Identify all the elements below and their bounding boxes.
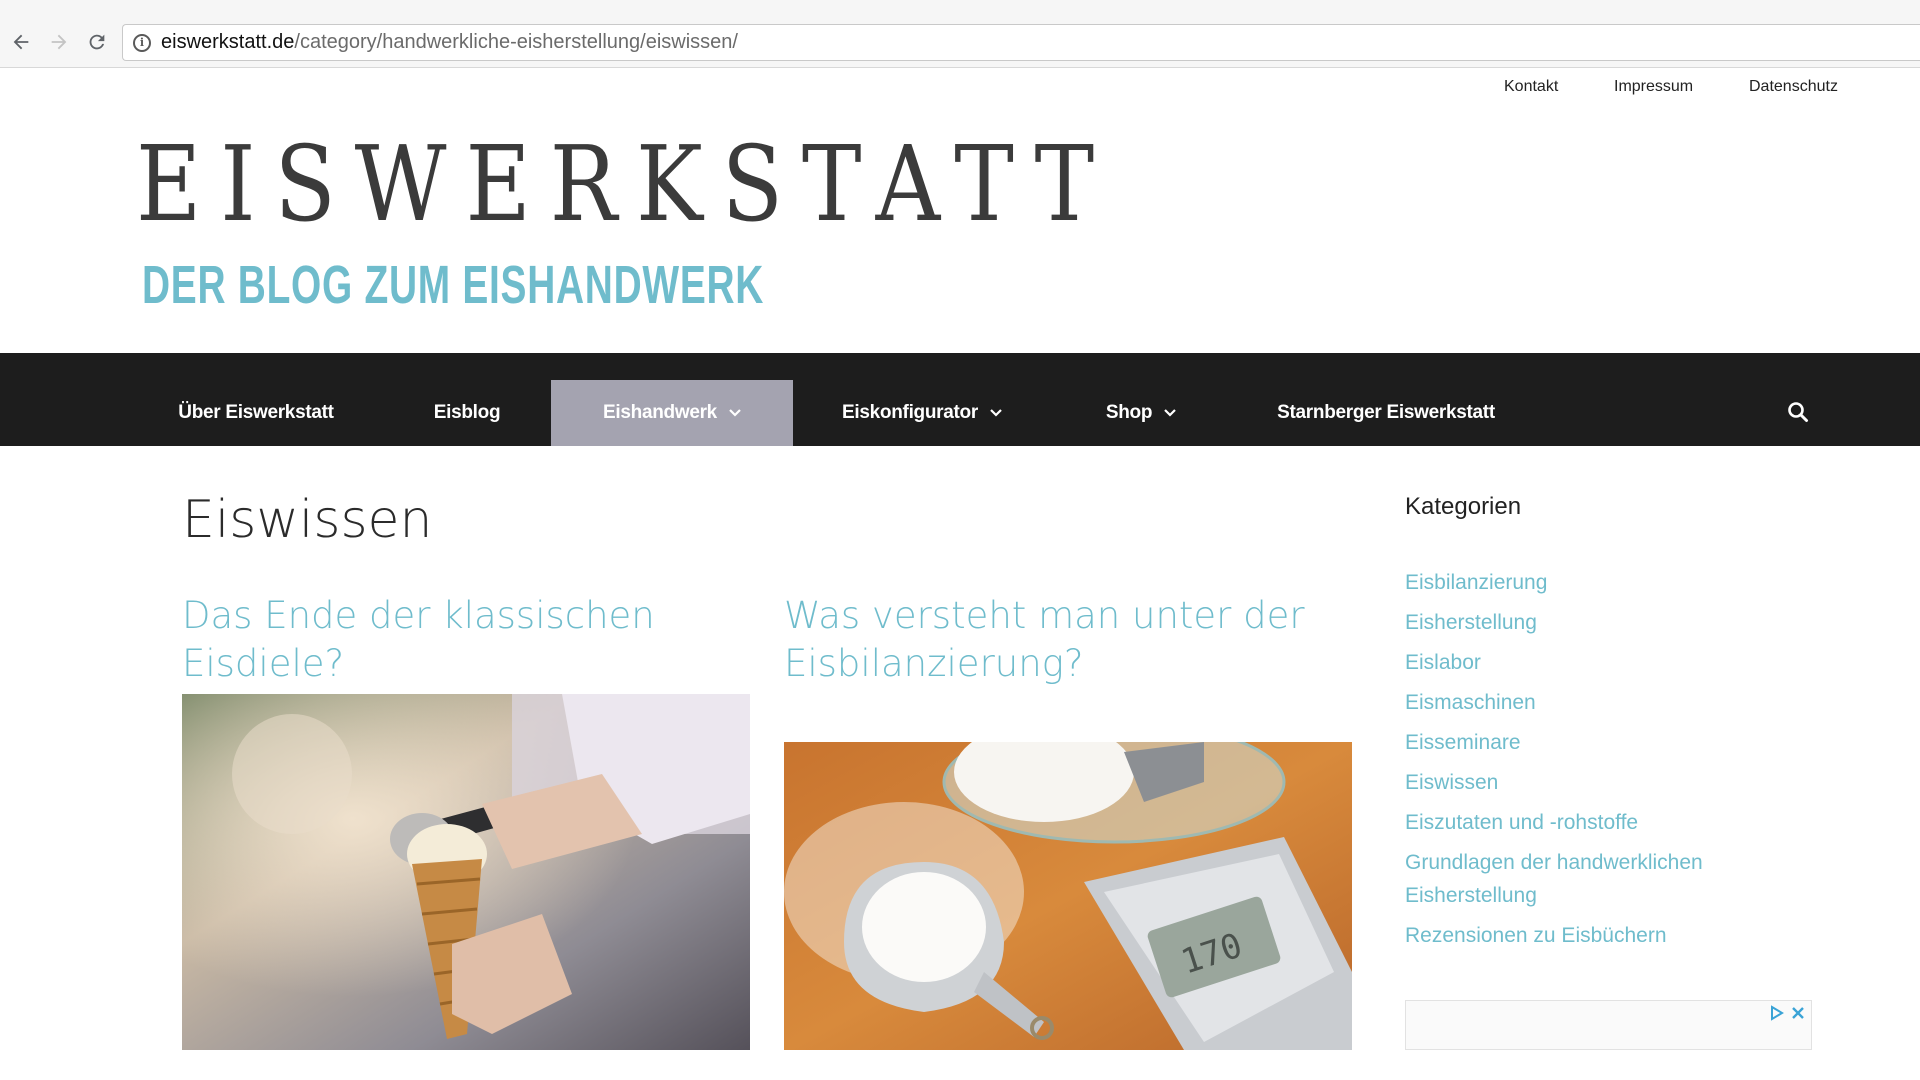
ad-banner[interactable]	[1405, 1000, 1812, 1050]
nav-item-eishandwerk[interactable]: Eishandwerk	[551, 380, 793, 446]
forward-arrow-icon[interactable]	[44, 27, 74, 57]
nav-item-eisblog[interactable]: Eisblog	[426, 380, 508, 446]
nav-item-shop[interactable]: Shop	[1098, 380, 1184, 446]
close-icon[interactable]	[1791, 1006, 1805, 1020]
chevron-down-icon	[729, 409, 741, 417]
info-icon[interactable]: i	[133, 33, 151, 52]
chevron-down-icon	[1164, 409, 1176, 417]
address-bar[interactable]: i eiswerkstatt.de/category/handwerkliche…	[122, 24, 1920, 61]
top-link-impressum[interactable]: Impressum	[1614, 78, 1693, 96]
top-link-kontakt[interactable]: Kontakt	[1504, 78, 1558, 96]
bottom-fade	[0, 1050, 1920, 1080]
category-link-eisbilanzierung[interactable]: Eisbilanzierung	[1405, 566, 1735, 599]
nav-label: Eiskonfigurator	[842, 402, 978, 423]
reload-icon[interactable]	[82, 27, 112, 57]
category-link-grundlagen[interactable]: Grundlagen der handwerklichen Eisherstel…	[1405, 846, 1735, 912]
site-logo-subtitle[interactable]: DER BLOG ZUM EISHANDWERK	[142, 258, 764, 312]
search-icon[interactable]	[1786, 400, 1810, 424]
nav-item-starnberger-eiswerkstatt[interactable]: Starnberger Eiswerkstatt	[1270, 380, 1502, 446]
nav-label: Über Eiswerkstatt	[178, 402, 334, 423]
category-link-eiszutaten[interactable]: Eiszutaten und -rohstoffe	[1405, 806, 1735, 839]
nav-item-ueber-eiswerkstatt[interactable]: Über Eiswerkstatt	[158, 380, 354, 446]
main-navigation: Über Eiswerkstatt Eisblog Eishandwerk Ei…	[0, 353, 1920, 446]
post-title-line: Was versteht man unter der	[784, 594, 1305, 637]
top-links: Kontakt Impressum Datenschutz	[0, 78, 1920, 102]
url-host: eiswerkstatt.de	[161, 31, 295, 53]
site-logo-title[interactable]: EISWERKSTATT	[136, 132, 1113, 236]
category-list: Eisbilanzierung Eisherstellung Eislabor …	[1405, 566, 1735, 959]
category-link-eislabor[interactable]: Eislabor	[1405, 646, 1735, 679]
back-arrow-icon[interactable]	[6, 27, 36, 57]
post-image-sugar-scale[interactable]: 170	[784, 742, 1352, 1050]
nav-label: Eishandwerk	[603, 402, 717, 423]
nav-label: Eisblog	[433, 402, 501, 423]
post-title-line: Eisbilanzierung?	[784, 642, 1084, 685]
browser-toolbar: i eiswerkstatt.de/category/handwerkliche…	[0, 0, 1920, 68]
sidebar-title: Kategorien	[1405, 493, 1522, 520]
category-link-eismaschinen[interactable]: Eismaschinen	[1405, 686, 1735, 719]
category-link-rezensionen[interactable]: Rezensionen zu Eisbüchern	[1405, 919, 1735, 952]
chevron-down-icon	[990, 409, 1002, 417]
post-image-ice-cream[interactable]	[182, 694, 750, 1050]
category-link-eiswissen[interactable]: Eiswissen	[1405, 766, 1735, 799]
top-link-datenschutz[interactable]: Datenschutz	[1749, 78, 1838, 96]
nav-item-eiskonfigurator[interactable]: Eiskonfigurator	[834, 380, 1010, 446]
post-title-link[interactable]: Das Ende der klassischen Eisdiele?	[182, 592, 752, 688]
ad-controls	[1769, 1005, 1805, 1021]
page-title: Eiswissen	[182, 490, 433, 550]
category-link-eisseminare[interactable]: Eisseminare	[1405, 726, 1735, 759]
post-title-link[interactable]: Was versteht man unter der Eisbilanzieru…	[784, 592, 1354, 688]
nav-label: Starnberger Eiswerkstatt	[1277, 402, 1495, 423]
adchoices-icon[interactable]	[1769, 1005, 1785, 1021]
url-path: /category/handwerkliche-eisherstellung/e…	[294, 31, 738, 53]
nav-label: Shop	[1105, 402, 1153, 423]
url-text: eiswerkstatt.de/category/handwerkliche-e…	[161, 31, 738, 54]
category-link-eisherstellung[interactable]: Eisherstellung	[1405, 606, 1735, 639]
